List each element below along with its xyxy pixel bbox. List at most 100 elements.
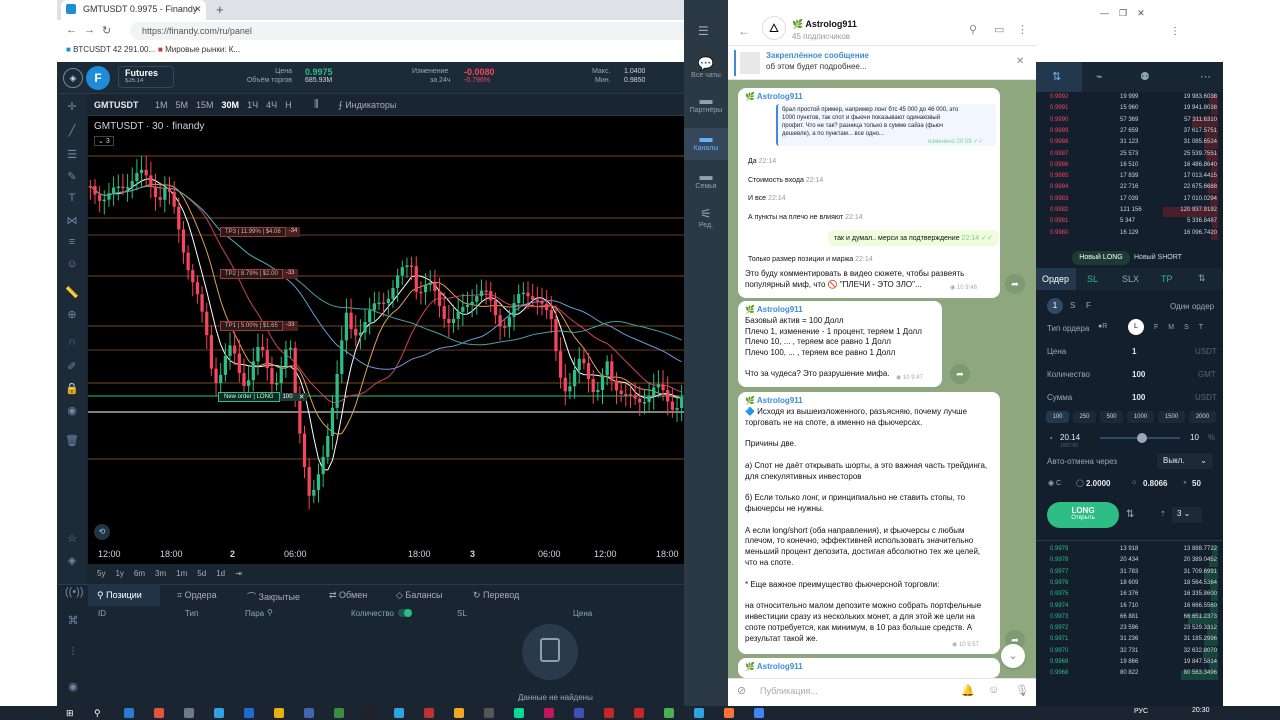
bid-row[interactable]: 0.9969 19 866 19 847.5814 [1040, 659, 1220, 669]
bookmark-2[interactable]: ■ Мировые рынки: К... [158, 45, 240, 54]
mic-icon[interactable]: 🎙 [1015, 684, 1029, 697]
signal-icon[interactable]: ((•)) [65, 586, 84, 600]
mode-f[interactable]: F [1086, 301, 1091, 310]
close-pin-icon[interactable]: ✕ [1016, 56, 1024, 67]
fib-icon[interactable]: ☰ [64, 148, 80, 162]
tf-15m[interactable]: 15М [196, 100, 214, 110]
new-long-button[interactable]: Новый LONG [1072, 251, 1130, 265]
one-order-label[interactable]: Один ордер [1170, 302, 1214, 311]
ask-row[interactable]: 0.9991 15 960 19 941.8038 [1040, 105, 1220, 116]
tab-exchange[interactable]: ⇄ Обмен [329, 590, 367, 601]
more-tabs-icon[interactable]: ⋯ [1200, 70, 1211, 83]
channel-title[interactable]: 🌿 Astrolog911 [792, 19, 857, 30]
bookmark-1[interactable]: ■ BTCUSDT 42 291.00... [66, 45, 155, 54]
channel-avatar[interactable]: 🜂 [762, 16, 786, 40]
tab-order[interactable]: Ордер [1042, 274, 1069, 284]
tf-week[interactable]: Н [285, 100, 292, 110]
tab-tp[interactable]: TP [1161, 274, 1173, 284]
reduce-only-radio[interactable]: ●R [1098, 323, 1107, 330]
tab-positions[interactable]: ⚲ Позиции [97, 590, 142, 601]
taskbar-search-icon[interactable]: ⚲ [94, 708, 101, 719]
folder-all[interactable]: 💬 Все чаты [684, 56, 728, 79]
goto-date-icon[interactable]: ⇥ [235, 569, 242, 578]
trash-icon[interactable]: 🗑 [64, 434, 80, 448]
ask-row[interactable]: 0.9983 17 039 17 010.0294 [1040, 195, 1220, 206]
tab-orders[interactable]: ⌗ Ордера [177, 590, 217, 601]
forward-icon-2[interactable]: ➦ [950, 364, 970, 384]
tf-1h[interactable]: 1Ч [247, 100, 258, 110]
app-icon-5[interactable] [274, 708, 284, 718]
message-input[interactable]: Публикация... [760, 686, 818, 696]
folder-edit[interactable]: ⚟ Ред. [684, 206, 728, 229]
brush-icon[interactable]: ✎ [64, 170, 80, 184]
bid-row[interactable]: 0.9977 31 783 31 709.6991 [1040, 568, 1220, 579]
start-icon[interactable]: ⊞ [66, 708, 74, 719]
trendline-icon[interactable]: ╱ [64, 124, 80, 138]
folder-channels[interactable]: ▬ Каналы [684, 128, 728, 160]
sum-input[interactable]: 100 [1132, 393, 1145, 402]
app-icon-1[interactable] [154, 708, 164, 718]
preset-2000[interactable]: 2000 [1189, 411, 1216, 423]
app-icon-4[interactable] [244, 708, 254, 718]
more-icon[interactable]: ⋮ [1017, 23, 1028, 36]
folder-family[interactable]: ▬ Семья [684, 168, 728, 190]
bid-row[interactable]: 0.9974 16 710 16 666.5560 [1040, 602, 1220, 613]
sidebar-toggle-icon[interactable]: ▭ [994, 23, 1004, 36]
cancel-order-icon[interactable]: ✕ [295, 393, 308, 401]
measure-tools-icon[interactable]: ≡ [64, 236, 80, 250]
chrome-taskbar-icon[interactable] [754, 708, 764, 718]
favorite-icon[interactable]: ☆ [64, 532, 80, 546]
ask-row[interactable]: 0.9982 121 156 120 937.9192 [1040, 207, 1220, 217]
account-icon[interactable]: ◉ [65, 680, 81, 694]
forward-icon-1[interactable]: ➦ [1005, 274, 1025, 294]
bid-row[interactable]: 0.9975 16 376 16 335.8600 [1040, 591, 1220, 602]
lock-icon[interactable]: 🔒 [64, 382, 80, 396]
swap-direction-icon[interactable]: ⇅ [1126, 509, 1134, 520]
ruler-icon[interactable]: 📏 [64, 286, 80, 300]
type-f[interactable]: F [1154, 324, 1158, 331]
indicator-count-badge[interactable]: ⌄ 3 [94, 136, 114, 146]
c-badge[interactable]: ◉ C [1048, 479, 1061, 487]
app-icon-14[interactable] [544, 708, 554, 718]
d-value[interactable]: 0.8066 [1143, 479, 1167, 488]
ask-row[interactable]: 0.9981 5 347 5 336.8487 [1040, 218, 1220, 229]
chart-type-icon[interactable]: ⫼ [314, 99, 319, 110]
ask-row[interactable]: 0.9984 22 716 22 675.6688 [1040, 184, 1220, 195]
menu-icon[interactable]: ☰ [698, 24, 709, 38]
range-1m[interactable]: 1m [176, 569, 187, 578]
type-market[interactable]: M [1168, 324, 1174, 331]
bot-tab-icon[interactable]: ⚉ [1140, 70, 1150, 83]
scroll-down-icon[interactable]: ⌄ [1001, 644, 1025, 668]
eye-icon[interactable]: ◉ [64, 404, 80, 418]
telegram-taskbar-icon[interactable] [694, 708, 704, 718]
range-3m[interactable]: 3m [155, 569, 166, 578]
range-1d[interactable]: 1d [216, 569, 225, 578]
ask-row[interactable]: 0.9992 19 999 19 983.6038 [1040, 94, 1220, 104]
tp2-label[interactable]: TP2 | 8.79% | $2.00 -33 [220, 269, 298, 279]
browser-tab[interactable]: GMTUSDT 0.9975 - Finandy [61, 0, 206, 20]
app-icon-17[interactable] [634, 708, 644, 718]
app-icon-12[interactable] [484, 708, 494, 718]
type-limit[interactable]: L [1128, 319, 1144, 335]
tab-closed[interactable]: ⌒ Закрытые [247, 590, 300, 603]
tf-1m[interactable]: 1М [155, 100, 168, 110]
market-select[interactable]: Futures $26.14 [118, 66, 174, 88]
leverage-handle[interactable] [1137, 433, 1147, 443]
bid-row[interactable]: 0.9972 23 596 23 529.3312 [1040, 625, 1220, 636]
zoom-icon[interactable]: ⊕ [64, 308, 80, 322]
app-icon-2[interactable] [184, 708, 194, 718]
tp3-label[interactable]: TP3 | 11.99% | $4.08 -34 [220, 227, 301, 237]
bell-icon[interactable]: 🔔 [961, 684, 975, 697]
long-button[interactable]: LONG Открыть [1047, 502, 1119, 528]
range-6m[interactable]: 6m [134, 569, 145, 578]
folder-partners[interactable]: ▬ Партнёры [684, 92, 728, 114]
clock[interactable]: 20:30 [1192, 707, 1210, 714]
indicators-button[interactable]: ⨍ Индикаторы [338, 100, 396, 111]
mode-1[interactable]: 1 [1047, 298, 1063, 314]
range-5y[interactable]: 5y [97, 569, 105, 578]
stats-icon[interactable]: ⫶ [65, 646, 81, 660]
type-stop[interactable]: S [1184, 324, 1189, 331]
ask-row[interactable]: 0.9985 17 839 17 013.4415 [1040, 173, 1220, 184]
tf-4h[interactable]: 4Ч [266, 100, 277, 110]
bid-row[interactable]: 0.9968 80 822 80 563.3496 [1040, 670, 1220, 681]
